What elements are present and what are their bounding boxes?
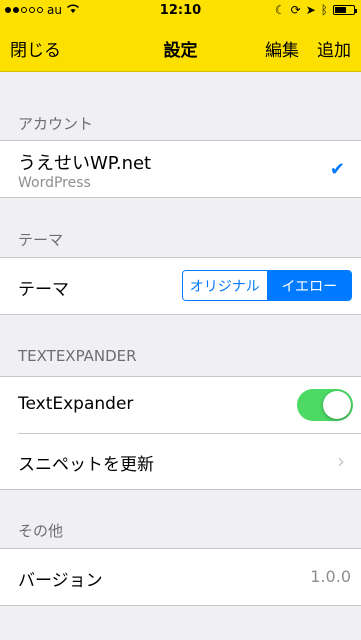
account-name: うえせいWP.net <box>18 153 152 174</box>
theme-option-original[interactable]: オリジナル <box>183 271 267 300</box>
theme-option-yellow[interactable]: イエロー <box>266 271 351 300</box>
nav-actions: 編集 追加 <box>265 36 351 61</box>
account-group: うえせいWP.net WordPress ✔ <box>0 140 361 198</box>
add-button[interactable]: 追加 <box>317 36 351 61</box>
theme-group: テーマ オリジナル イエロー <box>0 257 361 315</box>
section-header-other: その他 <box>18 522 64 540</box>
bluetooth-icon: ᛒ <box>320 3 328 17</box>
section-header-account: アカウント <box>18 115 94 133</box>
status-bar: au 12:10 ☾ ⟳ ➤ ᛒ <box>0 0 361 22</box>
toggle-knob <box>323 391 351 419</box>
theme-segmented-control: オリジナル イエロー <box>182 270 352 301</box>
textexpander-toggle[interactable] <box>297 389 353 421</box>
textexpander-label: TextExpander <box>18 394 134 414</box>
account-row[interactable]: うえせいWP.net WordPress ✔ <box>0 141 361 197</box>
version-value: 1.0.0 <box>310 567 351 586</box>
textexpander-group: TextExpander スニペットを更新 › <box>0 376 361 490</box>
theme-label: テーマ <box>18 280 69 300</box>
location-icon: ➤ <box>305 3 316 17</box>
close-button[interactable]: 閉じる <box>10 36 61 61</box>
theme-row: テーマ オリジナル イエロー <box>0 258 361 314</box>
section-header-theme: テーマ <box>18 231 64 249</box>
account-type: WordPress <box>18 175 91 191</box>
update-snippets-label: スニペットを更新 <box>18 455 154 475</box>
other-group: バージョン 1.0.0 <box>0 548 361 606</box>
status-right: ☾ ⟳ ➤ ᛒ <box>274 3 357 17</box>
battery-icon <box>333 5 357 15</box>
version-row: バージョン 1.0.0 <box>0 549 361 605</box>
update-snippets-row[interactable]: スニペットを更新 › <box>0 433 361 489</box>
moon-icon: ☾ <box>274 3 286 17</box>
checkmark-icon: ✔ <box>329 159 345 180</box>
version-label: バージョン <box>18 571 103 591</box>
navigation-bar: 閉じる 設定 編集 追加 <box>0 22 361 72</box>
lock-rotation-icon: ⟳ <box>290 3 301 17</box>
textexpander-toggle-row: TextExpander <box>0 377 361 433</box>
chevron-right-icon: › <box>337 449 345 473</box>
edit-button[interactable]: 編集 <box>265 36 299 61</box>
section-header-textexpander: TEXTEXPANDER <box>18 347 137 365</box>
